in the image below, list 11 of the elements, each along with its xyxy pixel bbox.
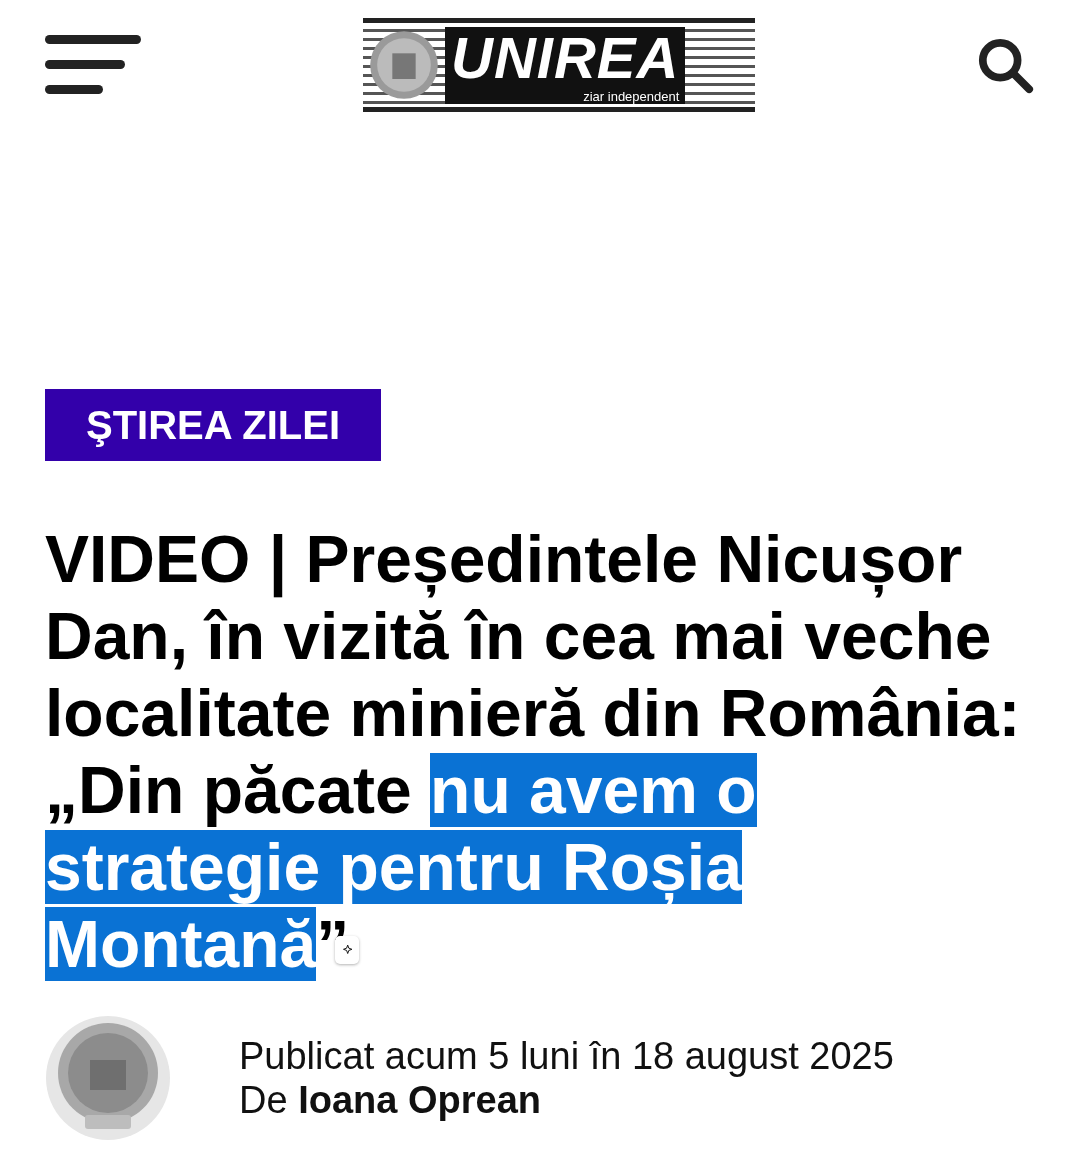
sparkle-icon — [340, 942, 355, 957]
logo[interactable]: UNIREA ziar independent — [363, 18, 755, 112]
author-link[interactable]: Ioana Oprean — [298, 1079, 541, 1121]
logo-title: UNIREA — [451, 26, 680, 89]
byline-label: De — [239, 1079, 288, 1121]
logo-tagline: ziar independent — [583, 88, 680, 104]
publish-date: Publicat acum 5 luni în 18 august 2025 — [239, 1034, 894, 1078]
search-icon[interactable] — [977, 37, 1035, 95]
category-badge[interactable]: ŞTIREA ZILEI — [45, 389, 382, 461]
seal-icon — [369, 30, 439, 100]
menu-icon[interactable] — [45, 35, 141, 95]
